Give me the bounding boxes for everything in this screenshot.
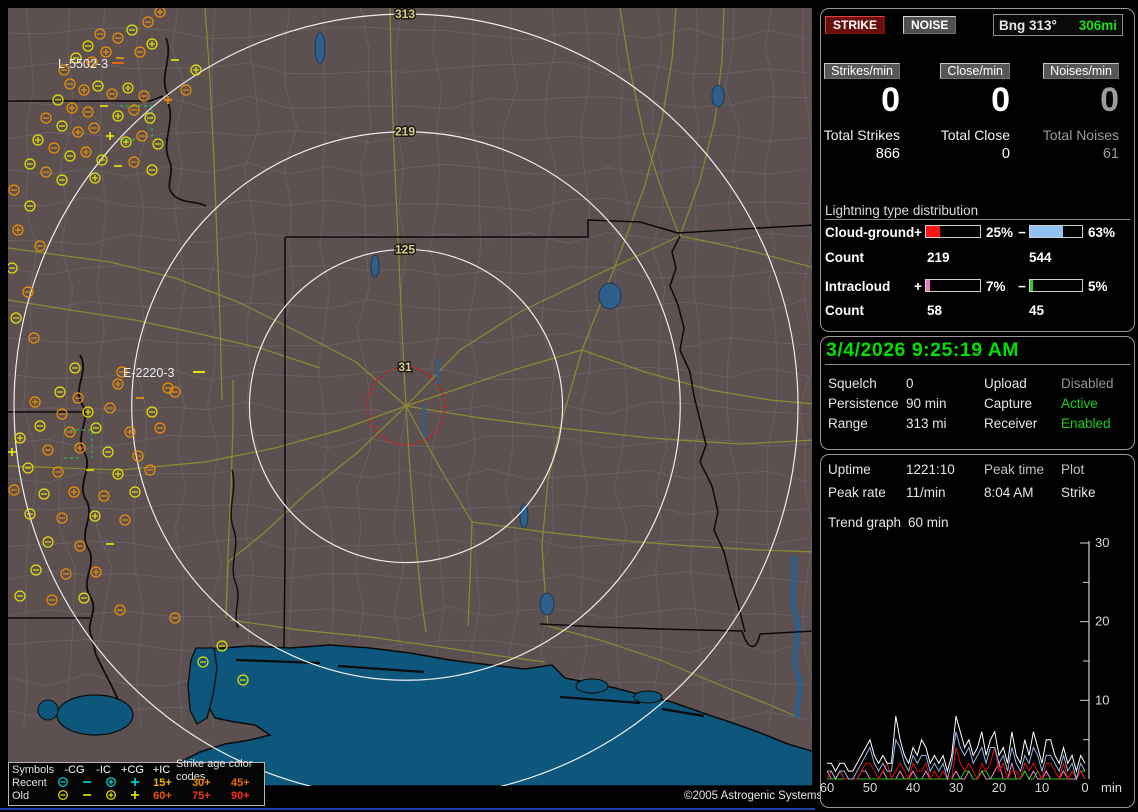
distribution-title: Lightning type distribution — [825, 203, 978, 218]
intracloud-row: Intracloud + 7% − 5% — [0, 279, 1138, 293]
cg-minus-bar — [1029, 225, 1083, 238]
legend-row-old: Old 60+ 75+ 90+ — [12, 790, 264, 803]
ic-minus-bar — [1029, 279, 1083, 292]
status-row-range: Range 313 mi Receiver Enabled — [0, 416, 1138, 432]
noise-mode-button[interactable]: NOISE — [903, 16, 956, 34]
legend-col-pos-ic: +IC — [147, 764, 176, 777]
old-ic-plus-icon — [123, 789, 147, 805]
ring-label-313: 313 — [395, 7, 415, 21]
chart-x-label: 0 — [1081, 780, 1088, 795]
stats-row-1: Uptime 1221:10 Peak time Plot — [0, 462, 1138, 478]
noises-per-min-label: Noises/min — [1043, 63, 1119, 79]
total-strikes-label: Total Strikes — [804, 127, 900, 143]
total-close-value: 0 — [914, 146, 1010, 162]
strikes-counter: Strikes/min 0 Total Strikes 866 — [804, 62, 900, 162]
strikes-per-min-label: Strikes/min — [824, 63, 900, 79]
strikes-per-min-value: 0 — [804, 83, 900, 117]
ring-label-31: 31 — [398, 360, 412, 374]
chart-y-label: 20 — [1095, 614, 1109, 629]
chart-x-label: 10 — [1035, 780, 1049, 795]
date-time-display: 3/4/2026 9:25:19 AM — [826, 339, 1019, 362]
total-noises-value: 61 — [1023, 146, 1119, 162]
old-ic-minus-icon — [75, 789, 99, 805]
cloud-ground-row: Cloud-ground + 25% − 63% — [0, 225, 1138, 239]
status-row-persistence: Persistence 90 min Capture Active — [0, 396, 1138, 412]
intracloud-count-row: Count 58 45 — [0, 303, 1138, 317]
bearing-distance: 306mi — [1079, 18, 1117, 33]
chart-x-label: 40 — [906, 780, 920, 795]
distribution-divider — [825, 219, 1130, 220]
chart-x-label: 20 — [992, 780, 1006, 795]
noises-counter: Noises/min 0 Total Noises 61 — [1023, 62, 1119, 162]
copyright-text: ©2005 Astrogenic Systems — [684, 790, 822, 802]
status-row-squelch: Squelch 0 Upload Disabled — [0, 376, 1138, 392]
noises-per-min-value: 0 — [1023, 83, 1119, 117]
trend-series--IC — [827, 771, 1085, 779]
bearing-value: Bng 313° — [999, 18, 1057, 33]
total-strikes-value: 866 — [804, 146, 900, 162]
chart-y-label: 10 — [1095, 692, 1109, 707]
old-cg-minus-icon — [52, 789, 76, 805]
stats-row-2: Peak rate 11/min 8:04 AM Strike — [0, 485, 1138, 501]
chart-x-label: 30 — [949, 780, 963, 795]
strike-trend-chart: 10 20 30 60 50 40 30 20 10 0 min — [820, 528, 1133, 804]
bearing-readout: Bng 313° 306mi — [993, 14, 1123, 36]
sensor-label-1: L-5502-3 — [58, 57, 108, 71]
close-per-min-label: Close/min — [940, 63, 1010, 79]
close-per-min-value: 0 — [914, 83, 1010, 117]
chart-x-label: 50 — [863, 780, 877, 795]
close-counter: Close/min 0 Total Close 0 — [914, 62, 1010, 162]
strike-mode-button[interactable]: STRIKE — [825, 16, 885, 34]
clock-divider — [825, 364, 1130, 365]
strike-symbol-legend: Symbols -CG -IC +CG +IC Strike age color… — [8, 762, 265, 806]
trend-series-+IC — [827, 763, 1085, 779]
cloud-ground-count-row: Count 219 544 — [0, 250, 1138, 264]
chart-y-label: 30 — [1095, 535, 1109, 550]
ic-plus-bar — [925, 279, 981, 292]
window-bottom-edge — [0, 808, 815, 810]
chart-x-label: 60 — [820, 780, 834, 795]
total-close-label: Total Close — [914, 127, 1010, 143]
cg-plus-bar — [925, 225, 981, 238]
trend-series-+CG — [827, 748, 1085, 780]
chart-x-unit: min — [1101, 780, 1122, 795]
ring-label-219: 219 — [395, 125, 415, 139]
old-cg-plus-icon — [99, 789, 123, 805]
total-noises-label: Total Noises — [1023, 127, 1119, 143]
